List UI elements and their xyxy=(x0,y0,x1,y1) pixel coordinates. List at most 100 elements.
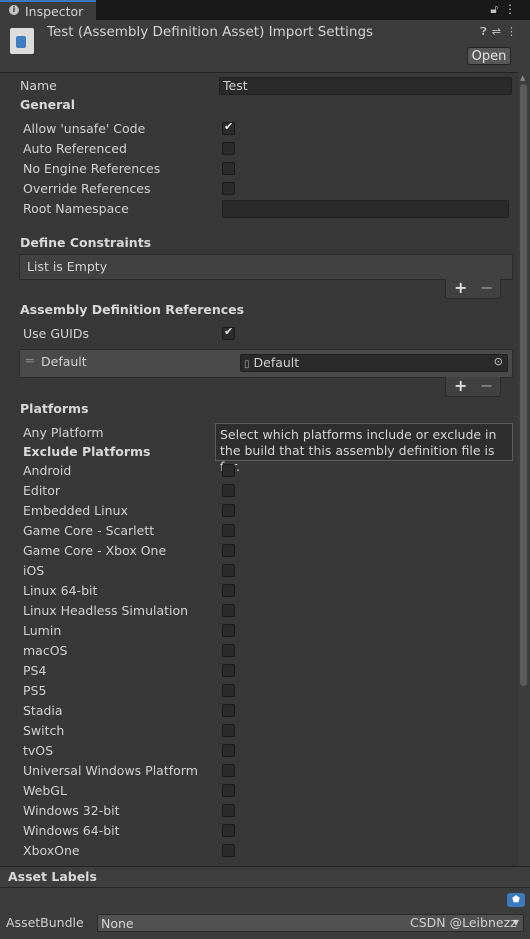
name-label: Name xyxy=(20,78,57,93)
drag-handle-icon[interactable]: ═ xyxy=(26,353,34,368)
platform-checkbox[interactable] xyxy=(222,644,235,657)
platform-checkbox[interactable] xyxy=(222,584,235,597)
use-guids-label: Use GUIDs xyxy=(23,326,89,341)
platform-checkbox[interactable] xyxy=(222,624,235,637)
scrollbar-thumb[interactable] xyxy=(520,84,527,686)
platform-checkbox[interactable] xyxy=(222,724,235,737)
platform-label: Lumin xyxy=(23,623,62,638)
assembly-references-footer: + − xyxy=(445,376,501,397)
asset-bundle-value: None xyxy=(101,916,134,931)
scroll-up-icon[interactable]: ▲ xyxy=(520,74,525,82)
platform-checkbox[interactable] xyxy=(222,744,235,757)
list-empty-text: List is Empty xyxy=(27,259,108,274)
tab-inspector[interactable]: i Inspector xyxy=(0,0,96,20)
reference-label: Default xyxy=(41,354,87,369)
name-field[interactable]: Test xyxy=(219,77,512,95)
settings-icon[interactable]: ⇌ xyxy=(492,25,506,38)
platform-label: PS5 xyxy=(23,683,47,698)
platform-checkbox[interactable] xyxy=(222,604,235,617)
any-platform-label: Any Platform xyxy=(23,425,104,440)
platform-checkbox[interactable] xyxy=(222,484,235,497)
asset-labels-title: Asset Labels xyxy=(8,869,97,884)
define-constraints-title: Define Constraints xyxy=(20,235,152,250)
info-icon: i xyxy=(9,5,19,15)
use-guids-checkbox[interactable] xyxy=(222,325,235,340)
auto-referenced-label: Auto Referenced xyxy=(23,141,127,156)
root-namespace-label: Root Namespace xyxy=(23,201,129,216)
exclude-platforms-title: Exclude Platforms xyxy=(23,444,151,459)
assembly-references-title: Assembly Definition References xyxy=(20,302,245,317)
object-picker-icon[interactable]: ⊙ xyxy=(494,355,503,368)
more-icon[interactable]: ⋮ xyxy=(506,25,522,38)
override-references-label: Override References xyxy=(23,181,151,196)
no-engine-references-checkbox[interactable] xyxy=(222,162,235,175)
platform-checkbox[interactable] xyxy=(222,564,235,577)
general-section-title: General xyxy=(20,97,75,112)
header-title: Test (Assembly Definition Asset) Import … xyxy=(47,24,374,40)
platform-checkbox[interactable] xyxy=(222,524,235,537)
platform-label: tvOS xyxy=(23,743,54,758)
lock-icon[interactable]: 🔓︎ xyxy=(490,2,504,16)
asset-labels-header[interactable]: Asset Labels xyxy=(0,866,530,888)
list-item[interactable]: ═ Default ▯ Default ⊙ xyxy=(20,350,512,377)
platform-checkbox[interactable] xyxy=(222,764,235,777)
tab-bar: i Inspector 🔓︎⋮ xyxy=(0,0,530,20)
reference-value: Default xyxy=(253,355,300,370)
tab-tools: 🔓︎⋮ xyxy=(490,2,522,17)
assembly-references-list: ═ Default ▯ Default ⊙ xyxy=(19,349,513,378)
platform-label: Stadia xyxy=(23,703,63,718)
platforms-title: Platforms xyxy=(20,401,89,416)
override-references-checkbox[interactable] xyxy=(222,182,235,195)
remove-reference-button[interactable]: − xyxy=(480,376,493,395)
add-constraint-button[interactable]: + xyxy=(454,278,467,297)
platform-checkbox[interactable] xyxy=(222,704,235,717)
platform-label: Android xyxy=(23,463,72,478)
tag-icon[interactable]: ⬟ xyxy=(507,893,525,907)
asset-bundle-label: AssetBundle xyxy=(6,915,84,930)
platform-label: Switch xyxy=(23,723,65,738)
assembly-definition-icon xyxy=(10,28,34,54)
no-engine-references-label: No Engine References xyxy=(23,161,161,176)
asset-file-icon: ▯ xyxy=(244,359,250,370)
platform-label: Game Core - Scarlett xyxy=(23,523,155,538)
allow-unsafe-checkbox[interactable] xyxy=(222,120,235,135)
platform-label: Linux 64-bit xyxy=(23,583,98,598)
platform-checkbox[interactable] xyxy=(222,464,235,477)
platform-checkbox[interactable] xyxy=(222,824,235,837)
help-icon[interactable]: ❓︎ xyxy=(480,25,492,38)
any-platform-tooltip: Select which platforms include or exclud… xyxy=(215,423,513,474)
platform-label: Linux Headless Simulation xyxy=(23,603,189,618)
platform-label: XboxOne xyxy=(23,843,80,858)
platform-checkbox[interactable] xyxy=(222,544,235,557)
remove-constraint-button[interactable]: − xyxy=(480,278,493,297)
platform-label: Windows 32-bit xyxy=(23,803,120,818)
platform-checkbox[interactable] xyxy=(222,684,235,697)
platform-label: Windows 64-bit xyxy=(23,823,120,838)
platform-label: Editor xyxy=(23,483,60,498)
allow-unsafe-label: Allow 'unsafe' Code xyxy=(23,121,146,136)
open-button[interactable]: Open xyxy=(467,47,511,65)
platform-label: Embedded Linux xyxy=(23,503,128,518)
platform-checkbox[interactable] xyxy=(222,844,235,857)
root-namespace-field[interactable] xyxy=(222,200,509,218)
platform-label: WebGL xyxy=(23,783,67,798)
header-buttons: ❓︎⇌⋮ xyxy=(480,25,522,39)
platform-label: macOS xyxy=(23,643,68,658)
watermark: CSDN @Leibnezz xyxy=(410,915,517,930)
platform-label: Universal Windows Platform xyxy=(23,763,198,778)
platform-label: PS4 xyxy=(23,663,47,678)
platform-checkbox[interactable] xyxy=(222,664,235,677)
platform-label: Game Core - Xbox One xyxy=(23,543,167,558)
platform-label: iOS xyxy=(23,563,45,578)
auto-referenced-checkbox[interactable] xyxy=(222,142,235,155)
platform-checkbox[interactable] xyxy=(222,804,235,817)
tab-label: Inspector xyxy=(25,4,84,19)
inspector-header: Test (Assembly Definition Asset) Import … xyxy=(0,20,530,73)
define-constraints-footer: + − xyxy=(445,278,501,299)
add-reference-button[interactable]: + xyxy=(454,376,467,395)
platform-checkbox[interactable] xyxy=(222,504,235,517)
define-constraints-list: List is Empty xyxy=(19,254,513,280)
reference-object-field[interactable]: ▯ Default ⊙ xyxy=(240,354,508,372)
more-icon[interactable]: ⋮ xyxy=(504,2,522,16)
platform-checkbox[interactable] xyxy=(222,784,235,797)
